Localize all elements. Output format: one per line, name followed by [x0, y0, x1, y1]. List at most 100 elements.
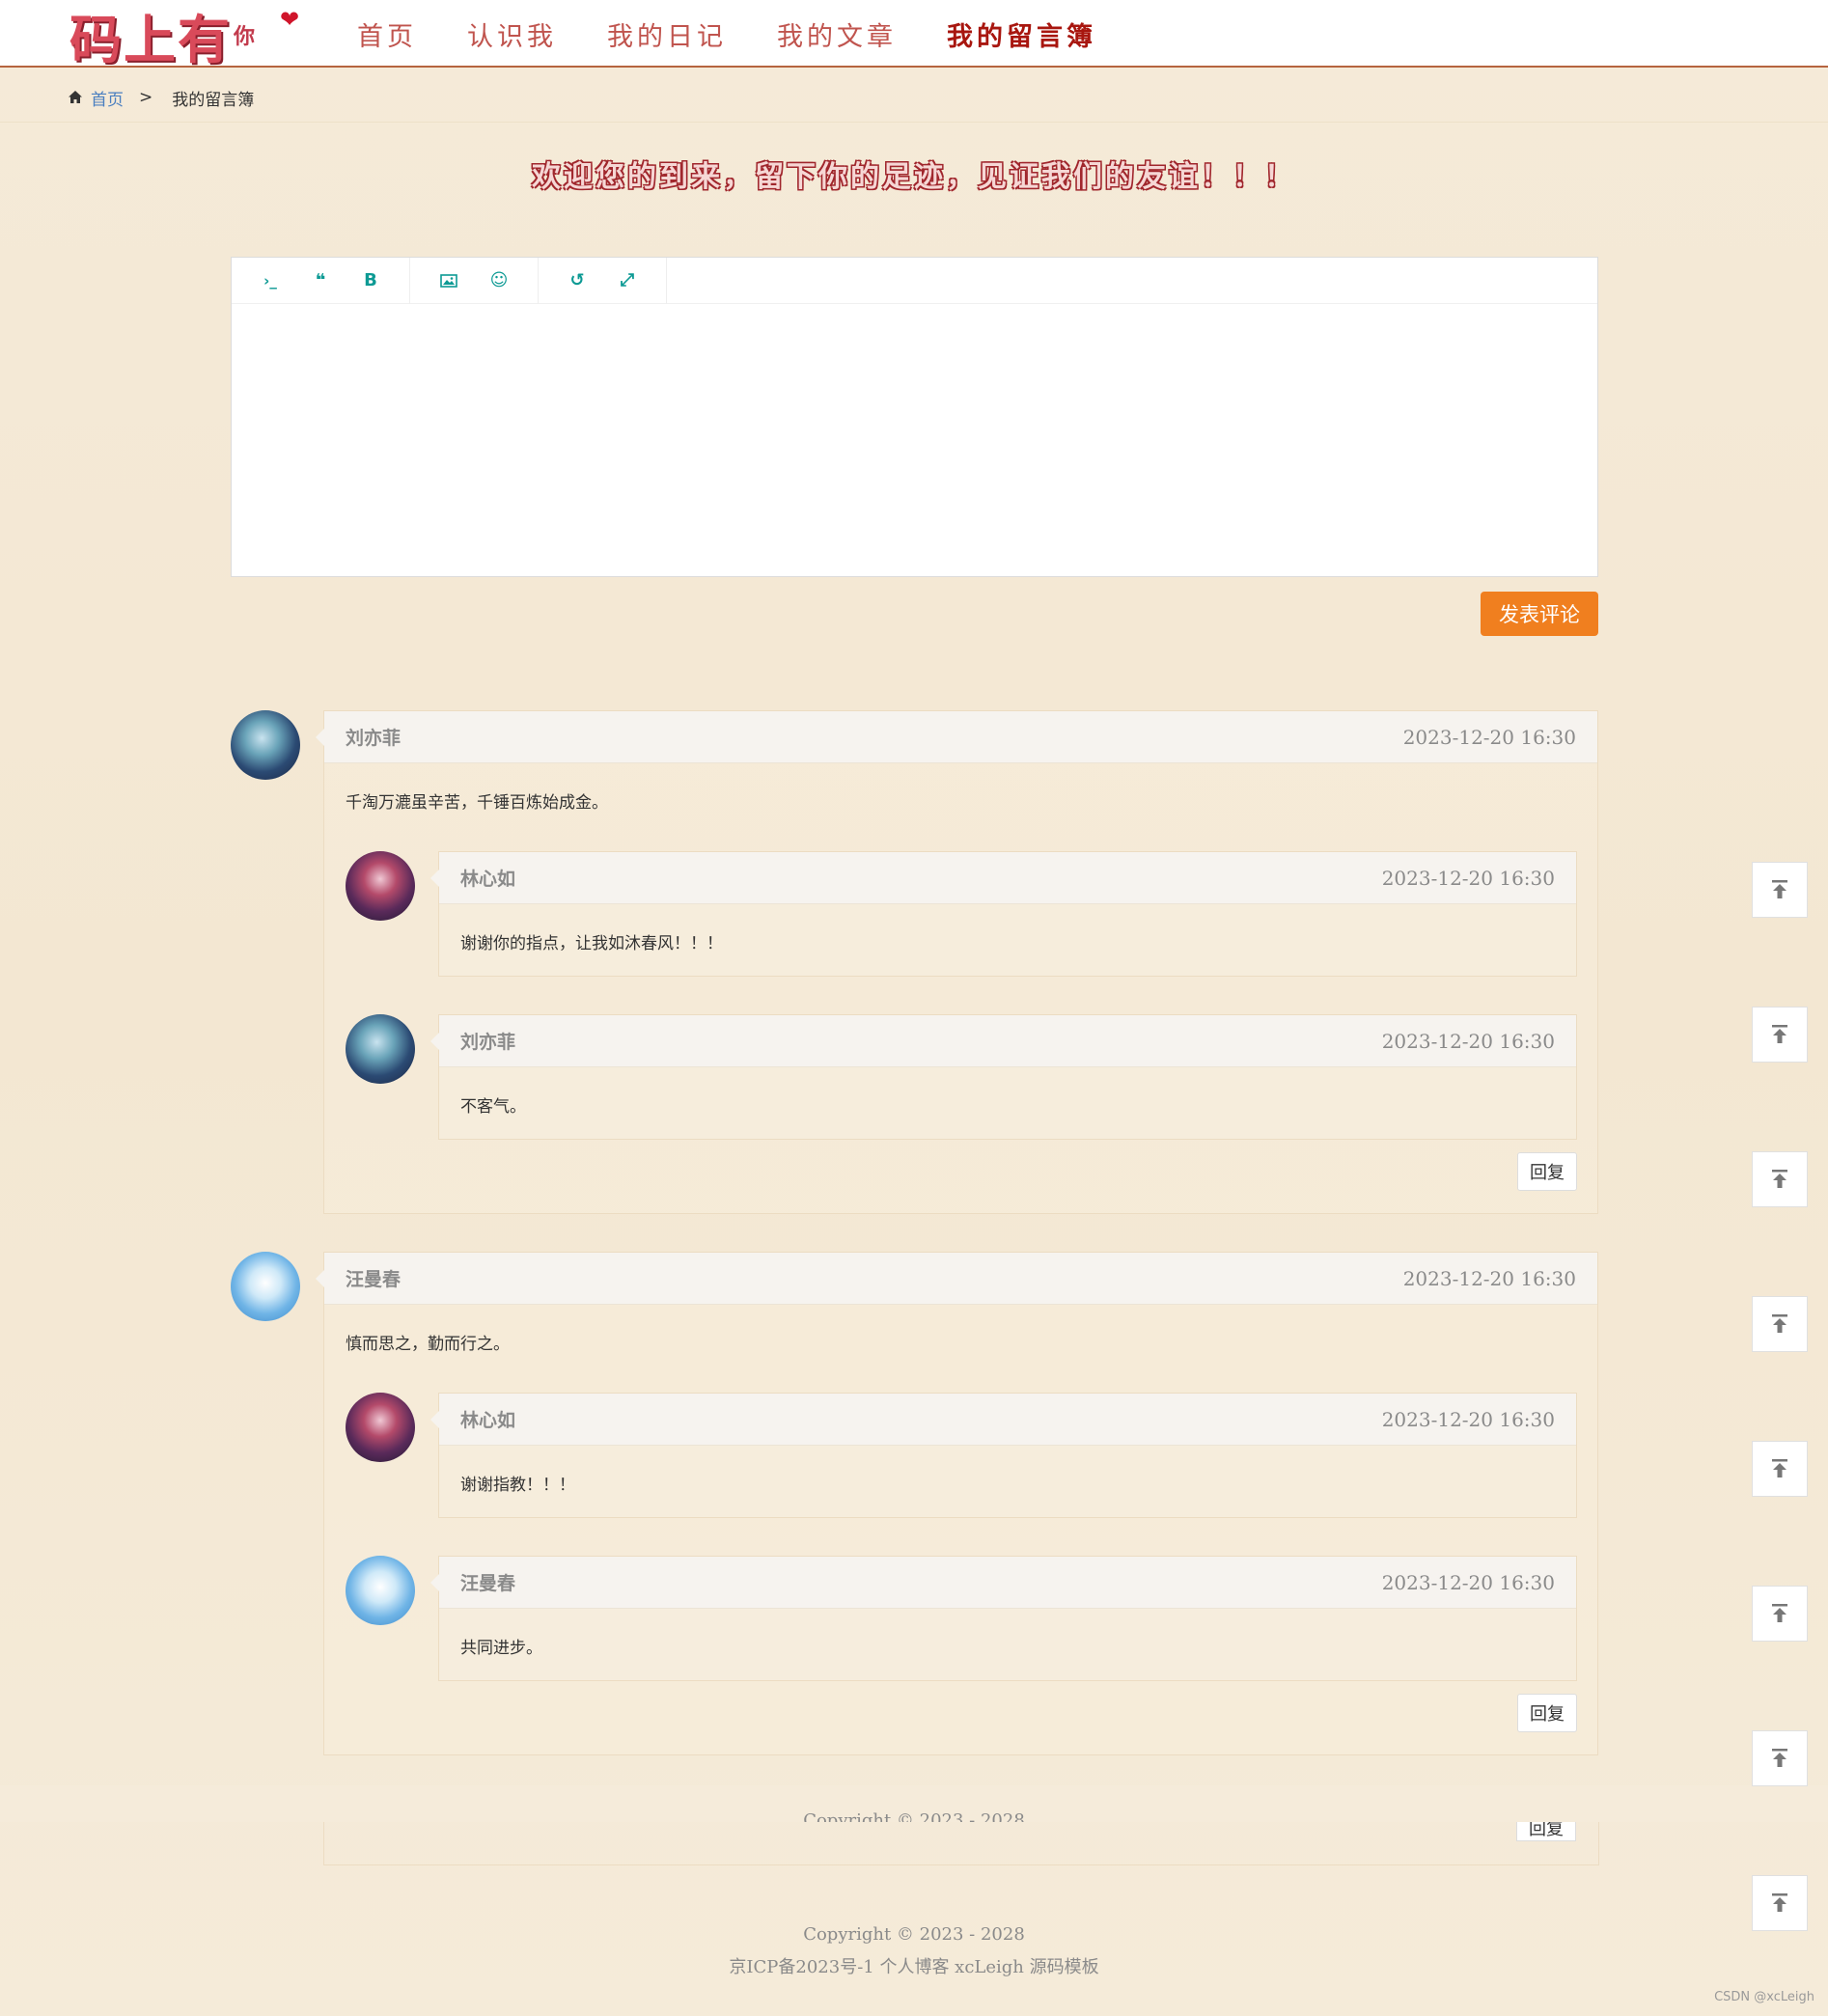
logo-small-text: 你 — [234, 25, 256, 49]
card-pointer — [430, 1574, 439, 1591]
quote-icon[interactable]: ❝ — [295, 258, 346, 304]
back-to-top-icon — [1772, 1459, 1787, 1477]
reply-header: 刘亦菲 2023-12-20 16:30 — [439, 1015, 1576, 1067]
back-to-top-icon — [1772, 880, 1787, 898]
back-to-top-button[interactable] — [1752, 1730, 1808, 1786]
avatar — [346, 1556, 415, 1625]
reply-author: 林心如 — [460, 1410, 516, 1431]
reply-header: 林心如 2023-12-20 16:30 — [439, 1394, 1576, 1446]
submit-comment-button[interactable]: 发表评论 — [1481, 592, 1598, 636]
back-to-top-button[interactable] — [1752, 1151, 1808, 1207]
breadcrumb-current: 我的留言簿 — [172, 90, 255, 110]
footer-copyright: Copyright © 2023 - 2028 — [803, 1924, 1025, 1945]
avatar — [346, 1393, 415, 1462]
avatar — [231, 710, 300, 780]
comment-time: 2023-12-20 16:30 — [1402, 725, 1576, 749]
back-to-top-button[interactable] — [1752, 862, 1808, 918]
reply-time: 2023-12-20 16:30 — [1381, 1029, 1555, 1053]
heart-icon: ❤ — [280, 6, 300, 33]
card-pointer — [430, 1033, 439, 1050]
reply-time: 2023-12-20 16:30 — [1381, 1407, 1555, 1431]
card-pointer — [430, 870, 439, 887]
home-icon — [69, 91, 82, 103]
breadcrumb-divider — [0, 122, 1828, 123]
avatar — [346, 851, 415, 921]
card-pointer — [430, 1411, 439, 1428]
editor-textarea[interactable] — [232, 304, 1597, 576]
breadcrumb: 首页 > 我的留言簿 — [68, 85, 254, 110]
back-to-top-button[interactable] — [1752, 1007, 1808, 1063]
watermark-credit: CSDN @xcLeigh — [1714, 1990, 1814, 2004]
reply-header: 汪曼春 2023-12-20 16:30 — [439, 1557, 1576, 1609]
avatar — [231, 1252, 300, 1321]
comment-author: 刘亦菲 — [346, 728, 402, 749]
nav-item-guestbook[interactable]: 我的留言簿 — [947, 15, 1096, 53]
back-to-top-icon — [1772, 1314, 1787, 1333]
reply-time: 2023-12-20 16:30 — [1381, 866, 1555, 890]
toolbar-group-insert: ☺ — [410, 257, 539, 304]
reply-author: 刘亦菲 — [460, 1032, 516, 1053]
smile-icon[interactable]: ☺ — [474, 258, 524, 304]
reply-card: 汪曼春 2023-12-20 16:30 共同进步。 — [430, 1556, 1577, 1681]
nav-item-home[interactable]: 首页 — [357, 15, 417, 53]
comment-header: 刘亦菲 2023-12-20 16:30 — [324, 711, 1597, 763]
ghost-card-edge — [323, 1822, 1599, 1865]
fullscreen-icon[interactable]: ⤢ — [602, 258, 652, 304]
comment-text: 慎而思之，勤而行之。 — [346, 1335, 510, 1354]
bold-icon[interactable]: B — [346, 258, 396, 304]
editor-toolbar: ›_ ❝ B ☺ ↺ ⤢ — [232, 257, 1597, 304]
site-header: 码上有 你 ❤ 首页 认识我 我的日记 我的文章 我的留言簿 — [0, 0, 1828, 70]
site-footer: Copyright © 2023 - 2028 京ICP备2023号-1 个人博… — [0, 1919, 1828, 1984]
ghost-copyright: Copyright © 2023 - 2028 — [803, 1810, 1025, 1822]
logo-main-text: 码上有 — [69, 9, 232, 70]
nav-item-articles[interactable]: 我的文章 — [777, 15, 897, 53]
comment-time: 2023-12-20 16:30 — [1402, 1266, 1576, 1290]
comment-item: 汪曼春 2023-12-20 16:30 慎而思之，勤而行之。 林心如 2023… — [231, 1252, 1598, 1755]
toolbar-group-format: ›_ ❝ B — [232, 257, 410, 304]
card-pointer — [316, 729, 324, 746]
back-to-top-icon — [1772, 1025, 1787, 1043]
comment-author: 汪曼春 — [346, 1269, 402, 1290]
back-to-top-button[interactable] — [1752, 1296, 1808, 1352]
comment-card: 刘亦菲 2023-12-20 16:30 千淘万漉虽辛苦，千锤百炼始成金。 林心… — [316, 710, 1598, 1214]
nav-item-about[interactable]: 认识我 — [467, 15, 557, 53]
back-to-top-button[interactable] — [1752, 1586, 1808, 1642]
back-to-top-icon — [1772, 1604, 1787, 1622]
image-icon[interactable] — [424, 258, 474, 304]
reply-time: 2023-12-20 16:30 — [1381, 1570, 1555, 1594]
back-to-top-button[interactable] — [1752, 1875, 1808, 1931]
reply-author: 林心如 — [460, 869, 516, 890]
avatar — [346, 1014, 415, 1084]
reply-card: 刘亦菲 2023-12-20 16:30 不客气。 — [430, 1014, 1577, 1140]
reply-text: 谢谢你的指点，让我如沐春风！！！ — [460, 934, 723, 953]
undo-icon[interactable]: ↺ — [552, 258, 602, 304]
reply-card: 林心如 2023-12-20 16:30 谢谢指教！！！ — [430, 1393, 1577, 1518]
reply-text: 谢谢指教！！！ — [460, 1476, 575, 1495]
reply-header: 林心如 2023-12-20 16:30 — [439, 852, 1576, 904]
reply-card: 林心如 2023-12-20 16:30 谢谢你的指点，让我如沐春风！！！ — [430, 851, 1577, 977]
back-to-top-icon — [1772, 1749, 1787, 1767]
reply-text: 共同进步。 — [460, 1639, 542, 1658]
back-to-top-icon — [1772, 1893, 1787, 1912]
ghost-reply-button[interactable]: 回复 — [1516, 1822, 1576, 1841]
site-logo[interactable]: 码上有 你 ❤ — [69, 4, 311, 70]
back-to-top-icon — [1772, 1170, 1787, 1188]
welcome-title: 欢迎您的到来，留下你的足迹，见证我们的友谊！！！ — [532, 160, 1296, 194]
toolbar-group-actions: ↺ ⤢ — [539, 257, 667, 304]
main-nav: 首页 认识我 我的日记 我的文章 我的留言簿 — [357, 0, 1147, 68]
footer-icp[interactable]: 京ICP备2023号-1 个人博客 xcLeigh 源码模板 — [0, 1951, 1828, 1984]
comment-card: 汪曼春 2023-12-20 16:30 慎而思之，勤而行之。 林心如 2023… — [316, 1252, 1598, 1755]
reply-button[interactable]: 回复 — [1517, 1152, 1577, 1191]
comment-text: 千淘万漉虽辛苦，千锤百炼始成金。 — [346, 793, 608, 813]
breadcrumb-home-link[interactable]: 首页 — [91, 86, 124, 110]
comment-header: 汪曼春 2023-12-20 16:30 — [324, 1253, 1597, 1305]
reply-button[interactable]: 回复 — [1517, 1694, 1577, 1732]
terminal-icon[interactable]: ›_ — [245, 258, 295, 304]
card-pointer — [316, 1270, 324, 1287]
comment-item: 刘亦菲 2023-12-20 16:30 千淘万漉虽辛苦，千锤百炼始成金。 林心… — [231, 710, 1598, 1214]
nav-item-diary[interactable]: 我的日记 — [607, 15, 727, 53]
comment-editor: ›_ ❝ B ☺ ↺ ⤢ — [231, 257, 1598, 577]
reply-text: 不客气。 — [460, 1097, 526, 1117]
reply-author: 汪曼春 — [460, 1573, 516, 1594]
back-to-top-button[interactable] — [1752, 1441, 1808, 1497]
